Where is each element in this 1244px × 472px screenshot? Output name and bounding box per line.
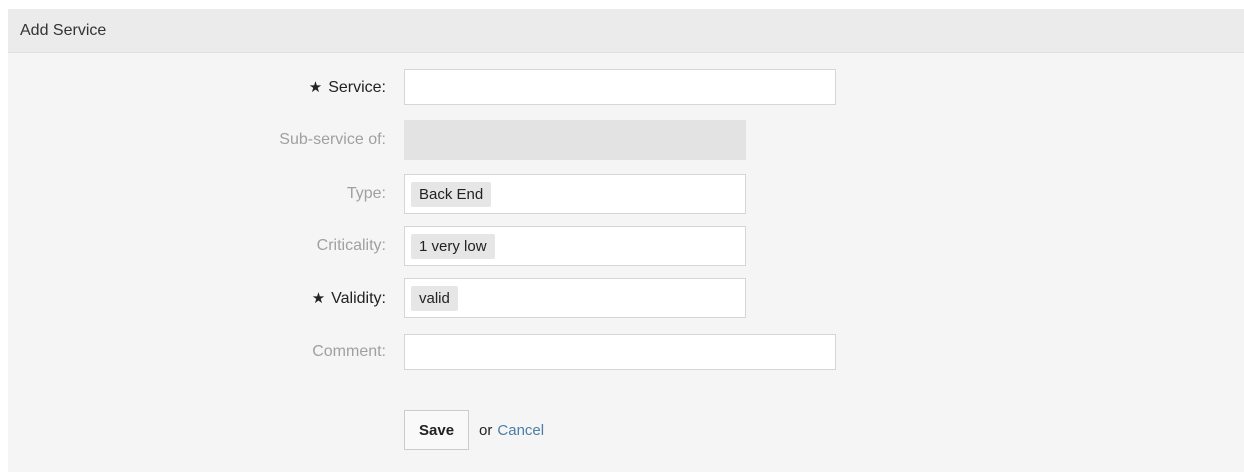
- service-label: Service:: [328, 78, 386, 96]
- comment-input[interactable]: [404, 334, 836, 370]
- type-select[interactable]: Back End: [404, 174, 746, 214]
- type-selected-value: Back End: [411, 181, 492, 207]
- validity-label: Validity:: [331, 289, 386, 307]
- type-row: Type: Back End: [8, 174, 746, 214]
- add-service-panel: Add Service ★ Service: Sub-service of: Ty…: [8, 9, 1244, 472]
- service-row: ★ Service:: [8, 67, 836, 107]
- panel-header: Add Service: [8, 9, 1244, 53]
- or-text: or: [479, 421, 493, 439]
- validity-selected-value: valid: [411, 285, 458, 311]
- validity-select[interactable]: valid: [404, 278, 746, 318]
- form-actions: Save or Cancel: [404, 410, 544, 450]
- criticality-select[interactable]: 1 very low: [404, 226, 746, 266]
- service-input[interactable]: [404, 69, 836, 105]
- validity-label-wrap: ★ Validity:: [8, 289, 386, 308]
- comment-row: Comment:: [8, 332, 836, 372]
- asterisk-icon: ★: [308, 78, 323, 96]
- comment-label: Comment:: [312, 343, 386, 360]
- panel-title: Add Service: [20, 21, 107, 39]
- validity-row: ★ Validity: valid: [8, 278, 746, 318]
- criticality-label: Criticality:: [316, 237, 386, 254]
- sub-service-select: [404, 120, 746, 160]
- type-label: Type:: [346, 185, 386, 202]
- asterisk-icon: ★: [311, 289, 326, 307]
- sub-service-row: Sub-service of:: [8, 120, 746, 160]
- cancel-link[interactable]: Cancel: [497, 422, 544, 439]
- criticality-row: Criticality: 1 very low: [8, 226, 746, 266]
- criticality-selected-value: 1 very low: [411, 233, 495, 259]
- save-button[interactable]: Save: [404, 410, 470, 450]
- sub-service-label: Sub-service of:: [279, 131, 386, 148]
- service-label-wrap: ★ Service:: [8, 78, 386, 97]
